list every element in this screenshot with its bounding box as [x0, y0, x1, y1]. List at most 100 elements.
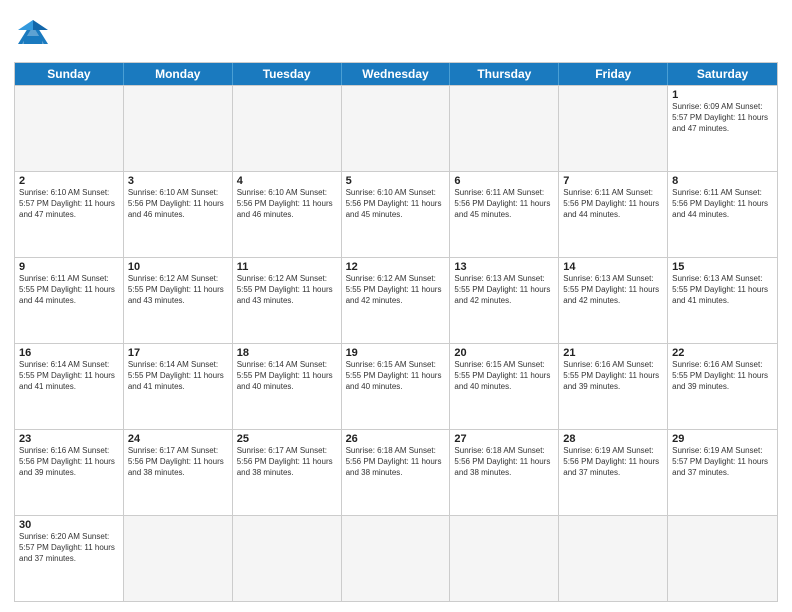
- day-content: Sunrise: 6:16 AM Sunset: 5:56 PM Dayligh…: [19, 446, 119, 478]
- day-number: 5: [346, 175, 446, 187]
- header: [14, 12, 778, 54]
- empty-cell: [15, 86, 124, 171]
- day-content: Sunrise: 6:18 AM Sunset: 5:56 PM Dayligh…: [346, 446, 446, 478]
- day-number: 26: [346, 433, 446, 445]
- logo-icon: [14, 16, 52, 54]
- day-cell-29: 29Sunrise: 6:19 AM Sunset: 5:57 PM Dayli…: [668, 430, 777, 515]
- day-number: 21: [563, 347, 663, 359]
- day-content: Sunrise: 6:11 AM Sunset: 5:55 PM Dayligh…: [19, 274, 119, 306]
- day-content: Sunrise: 6:10 AM Sunset: 5:56 PM Dayligh…: [237, 188, 337, 220]
- day-content: Sunrise: 6:11 AM Sunset: 5:56 PM Dayligh…: [672, 188, 773, 220]
- day-number: 19: [346, 347, 446, 359]
- calendar-row-0: 1Sunrise: 6:09 AM Sunset: 5:57 PM Daylig…: [15, 85, 777, 171]
- empty-cell: [450, 516, 559, 601]
- day-content: Sunrise: 6:11 AM Sunset: 5:56 PM Dayligh…: [454, 188, 554, 220]
- day-content: Sunrise: 6:19 AM Sunset: 5:57 PM Dayligh…: [672, 446, 773, 478]
- day-number: 1: [672, 89, 773, 101]
- empty-cell: [559, 516, 668, 601]
- day-cell-26: 26Sunrise: 6:18 AM Sunset: 5:56 PM Dayli…: [342, 430, 451, 515]
- day-content: Sunrise: 6:18 AM Sunset: 5:56 PM Dayligh…: [454, 446, 554, 478]
- day-number: 11: [237, 261, 337, 273]
- day-cell-10: 10Sunrise: 6:12 AM Sunset: 5:55 PM Dayli…: [124, 258, 233, 343]
- calendar-row-3: 16Sunrise: 6:14 AM Sunset: 5:55 PM Dayli…: [15, 343, 777, 429]
- day-number: 30: [19, 519, 119, 531]
- day-content: Sunrise: 6:13 AM Sunset: 5:55 PM Dayligh…: [563, 274, 663, 306]
- day-cell-7: 7Sunrise: 6:11 AM Sunset: 5:56 PM Daylig…: [559, 172, 668, 257]
- day-number: 23: [19, 433, 119, 445]
- day-cell-23: 23Sunrise: 6:16 AM Sunset: 5:56 PM Dayli…: [15, 430, 124, 515]
- calendar-row-2: 9Sunrise: 6:11 AM Sunset: 5:55 PM Daylig…: [15, 257, 777, 343]
- day-number: 9: [19, 261, 119, 273]
- day-content: Sunrise: 6:17 AM Sunset: 5:56 PM Dayligh…: [237, 446, 337, 478]
- day-number: 15: [672, 261, 773, 273]
- day-cell-2: 2Sunrise: 6:10 AM Sunset: 5:57 PM Daylig…: [15, 172, 124, 257]
- day-content: Sunrise: 6:14 AM Sunset: 5:55 PM Dayligh…: [128, 360, 228, 392]
- day-cell-25: 25Sunrise: 6:17 AM Sunset: 5:56 PM Dayli…: [233, 430, 342, 515]
- day-number: 4: [237, 175, 337, 187]
- day-cell-1: 1Sunrise: 6:09 AM Sunset: 5:57 PM Daylig…: [668, 86, 777, 171]
- day-cell-16: 16Sunrise: 6:14 AM Sunset: 5:55 PM Dayli…: [15, 344, 124, 429]
- day-content: Sunrise: 6:12 AM Sunset: 5:55 PM Dayligh…: [237, 274, 337, 306]
- day-content: Sunrise: 6:13 AM Sunset: 5:55 PM Dayligh…: [672, 274, 773, 306]
- day-content: Sunrise: 6:14 AM Sunset: 5:55 PM Dayligh…: [237, 360, 337, 392]
- empty-cell: [124, 516, 233, 601]
- header-day-friday: Friday: [559, 63, 668, 85]
- day-cell-22: 22Sunrise: 6:16 AM Sunset: 5:55 PM Dayli…: [668, 344, 777, 429]
- empty-cell: [559, 86, 668, 171]
- empty-cell: [233, 516, 342, 601]
- day-cell-9: 9Sunrise: 6:11 AM Sunset: 5:55 PM Daylig…: [15, 258, 124, 343]
- day-content: Sunrise: 6:19 AM Sunset: 5:56 PM Dayligh…: [563, 446, 663, 478]
- empty-cell: [668, 516, 777, 601]
- logo: [14, 16, 56, 54]
- calendar-row-4: 23Sunrise: 6:16 AM Sunset: 5:56 PM Dayli…: [15, 429, 777, 515]
- day-cell-18: 18Sunrise: 6:14 AM Sunset: 5:55 PM Dayli…: [233, 344, 342, 429]
- day-cell-20: 20Sunrise: 6:15 AM Sunset: 5:55 PM Dayli…: [450, 344, 559, 429]
- empty-cell: [450, 86, 559, 171]
- day-content: Sunrise: 6:12 AM Sunset: 5:55 PM Dayligh…: [128, 274, 228, 306]
- day-number: 2: [19, 175, 119, 187]
- empty-cell: [342, 86, 451, 171]
- day-cell-3: 3Sunrise: 6:10 AM Sunset: 5:56 PM Daylig…: [124, 172, 233, 257]
- day-cell-4: 4Sunrise: 6:10 AM Sunset: 5:56 PM Daylig…: [233, 172, 342, 257]
- day-cell-5: 5Sunrise: 6:10 AM Sunset: 5:56 PM Daylig…: [342, 172, 451, 257]
- header-day-thursday: Thursday: [450, 63, 559, 85]
- day-content: Sunrise: 6:10 AM Sunset: 5:56 PM Dayligh…: [346, 188, 446, 220]
- day-content: Sunrise: 6:15 AM Sunset: 5:55 PM Dayligh…: [454, 360, 554, 392]
- day-cell-21: 21Sunrise: 6:16 AM Sunset: 5:55 PM Dayli…: [559, 344, 668, 429]
- header-day-wednesday: Wednesday: [342, 63, 451, 85]
- day-number: 8: [672, 175, 773, 187]
- day-number: 3: [128, 175, 228, 187]
- calendar-row-5: 30Sunrise: 6:20 AM Sunset: 5:57 PM Dayli…: [15, 515, 777, 601]
- day-cell-6: 6Sunrise: 6:11 AM Sunset: 5:56 PM Daylig…: [450, 172, 559, 257]
- calendar-header: SundayMondayTuesdayWednesdayThursdayFrid…: [15, 63, 777, 85]
- header-day-saturday: Saturday: [668, 63, 777, 85]
- day-number: 18: [237, 347, 337, 359]
- day-number: 14: [563, 261, 663, 273]
- header-day-sunday: Sunday: [15, 63, 124, 85]
- day-cell-19: 19Sunrise: 6:15 AM Sunset: 5:55 PM Dayli…: [342, 344, 451, 429]
- day-cell-8: 8Sunrise: 6:11 AM Sunset: 5:56 PM Daylig…: [668, 172, 777, 257]
- day-number: 29: [672, 433, 773, 445]
- day-cell-12: 12Sunrise: 6:12 AM Sunset: 5:55 PM Dayli…: [342, 258, 451, 343]
- day-number: 24: [128, 433, 228, 445]
- day-content: Sunrise: 6:09 AM Sunset: 5:57 PM Dayligh…: [672, 102, 773, 134]
- day-content: Sunrise: 6:16 AM Sunset: 5:55 PM Dayligh…: [563, 360, 663, 392]
- day-cell-28: 28Sunrise: 6:19 AM Sunset: 5:56 PM Dayli…: [559, 430, 668, 515]
- day-cell-13: 13Sunrise: 6:13 AM Sunset: 5:55 PM Dayli…: [450, 258, 559, 343]
- day-number: 10: [128, 261, 228, 273]
- day-number: 20: [454, 347, 554, 359]
- header-day-monday: Monday: [124, 63, 233, 85]
- day-number: 16: [19, 347, 119, 359]
- empty-cell: [342, 516, 451, 601]
- day-number: 22: [672, 347, 773, 359]
- day-content: Sunrise: 6:13 AM Sunset: 5:55 PM Dayligh…: [454, 274, 554, 306]
- day-content: Sunrise: 6:14 AM Sunset: 5:55 PM Dayligh…: [19, 360, 119, 392]
- day-content: Sunrise: 6:17 AM Sunset: 5:56 PM Dayligh…: [128, 446, 228, 478]
- day-number: 12: [346, 261, 446, 273]
- day-content: Sunrise: 6:10 AM Sunset: 5:56 PM Dayligh…: [128, 188, 228, 220]
- calendar: SundayMondayTuesdayWednesdayThursdayFrid…: [14, 62, 778, 602]
- calendar-body: 1Sunrise: 6:09 AM Sunset: 5:57 PM Daylig…: [15, 85, 777, 601]
- day-number: 25: [237, 433, 337, 445]
- day-cell-27: 27Sunrise: 6:18 AM Sunset: 5:56 PM Dayli…: [450, 430, 559, 515]
- day-content: Sunrise: 6:10 AM Sunset: 5:57 PM Dayligh…: [19, 188, 119, 220]
